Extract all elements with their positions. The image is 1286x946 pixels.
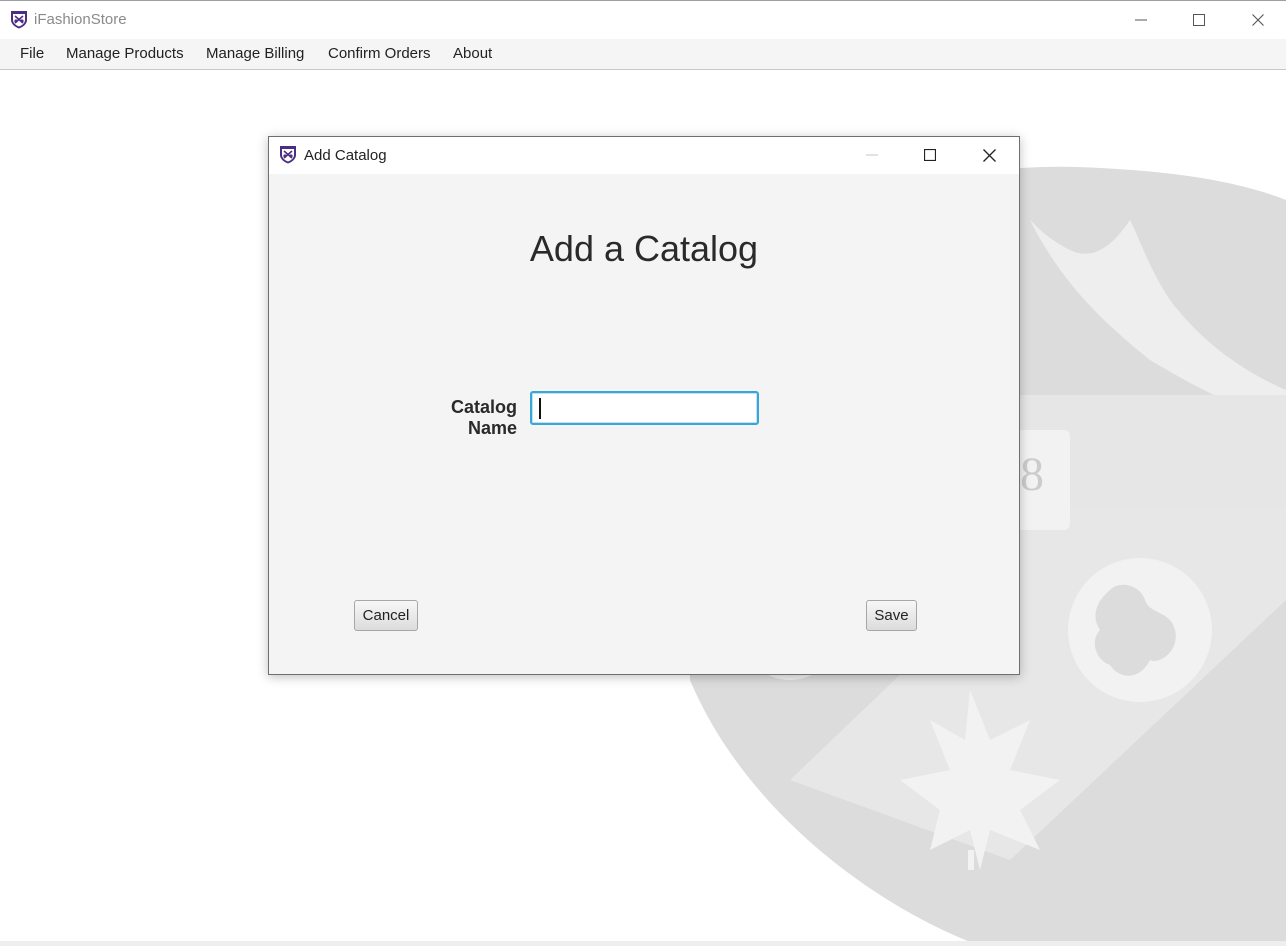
close-icon [1252, 14, 1264, 26]
maximize-icon [1193, 14, 1205, 26]
main-titlebar: iFashionStore [0, 0, 1286, 39]
dialog-title: Add Catalog [304, 147, 387, 164]
dialog-titlebar: Add Catalog [269, 137, 1019, 174]
app-logo-icon [11, 11, 27, 29]
cancel-button[interactable]: Cancel [354, 600, 418, 631]
menu-manage-billing[interactable]: Manage Billing [206, 45, 304, 62]
text-caret [539, 398, 541, 419]
window-title: iFashionStore [34, 11, 127, 28]
maximize-button[interactable] [1176, 1, 1222, 39]
catalog-name-label: Catalog Name [450, 397, 517, 438]
svg-text:8: 8 [1020, 448, 1044, 501]
maximize-icon [924, 149, 936, 161]
menu-manage-products[interactable]: Manage Products [66, 45, 184, 62]
menu-file[interactable]: File [20, 45, 44, 62]
menu-bar: File Manage Products Manage Billing Conf… [0, 39, 1286, 70]
minimize-button[interactable] [1118, 1, 1164, 39]
dialog-heading: Add a Catalog [529, 228, 759, 269]
bottom-strip [0, 941, 1286, 946]
dialog-close-button[interactable] [966, 137, 1012, 173]
dialog-logo-icon [280, 146, 296, 164]
dialog-maximize-button[interactable] [907, 137, 953, 173]
dialog-minimize-button[interactable] [849, 137, 895, 173]
minimize-icon [1135, 19, 1147, 21]
add-catalog-dialog: Add Catalog Add a Catalog Catalog Name C… [268, 136, 1020, 675]
catalog-name-input[interactable] [530, 391, 759, 425]
save-button[interactable]: Save [866, 600, 917, 631]
menu-about[interactable]: About [453, 45, 492, 62]
minimize-icon [866, 154, 878, 156]
close-button[interactable] [1235, 1, 1281, 39]
close-icon [982, 148, 996, 162]
menu-confirm-orders[interactable]: Confirm Orders [328, 45, 431, 62]
